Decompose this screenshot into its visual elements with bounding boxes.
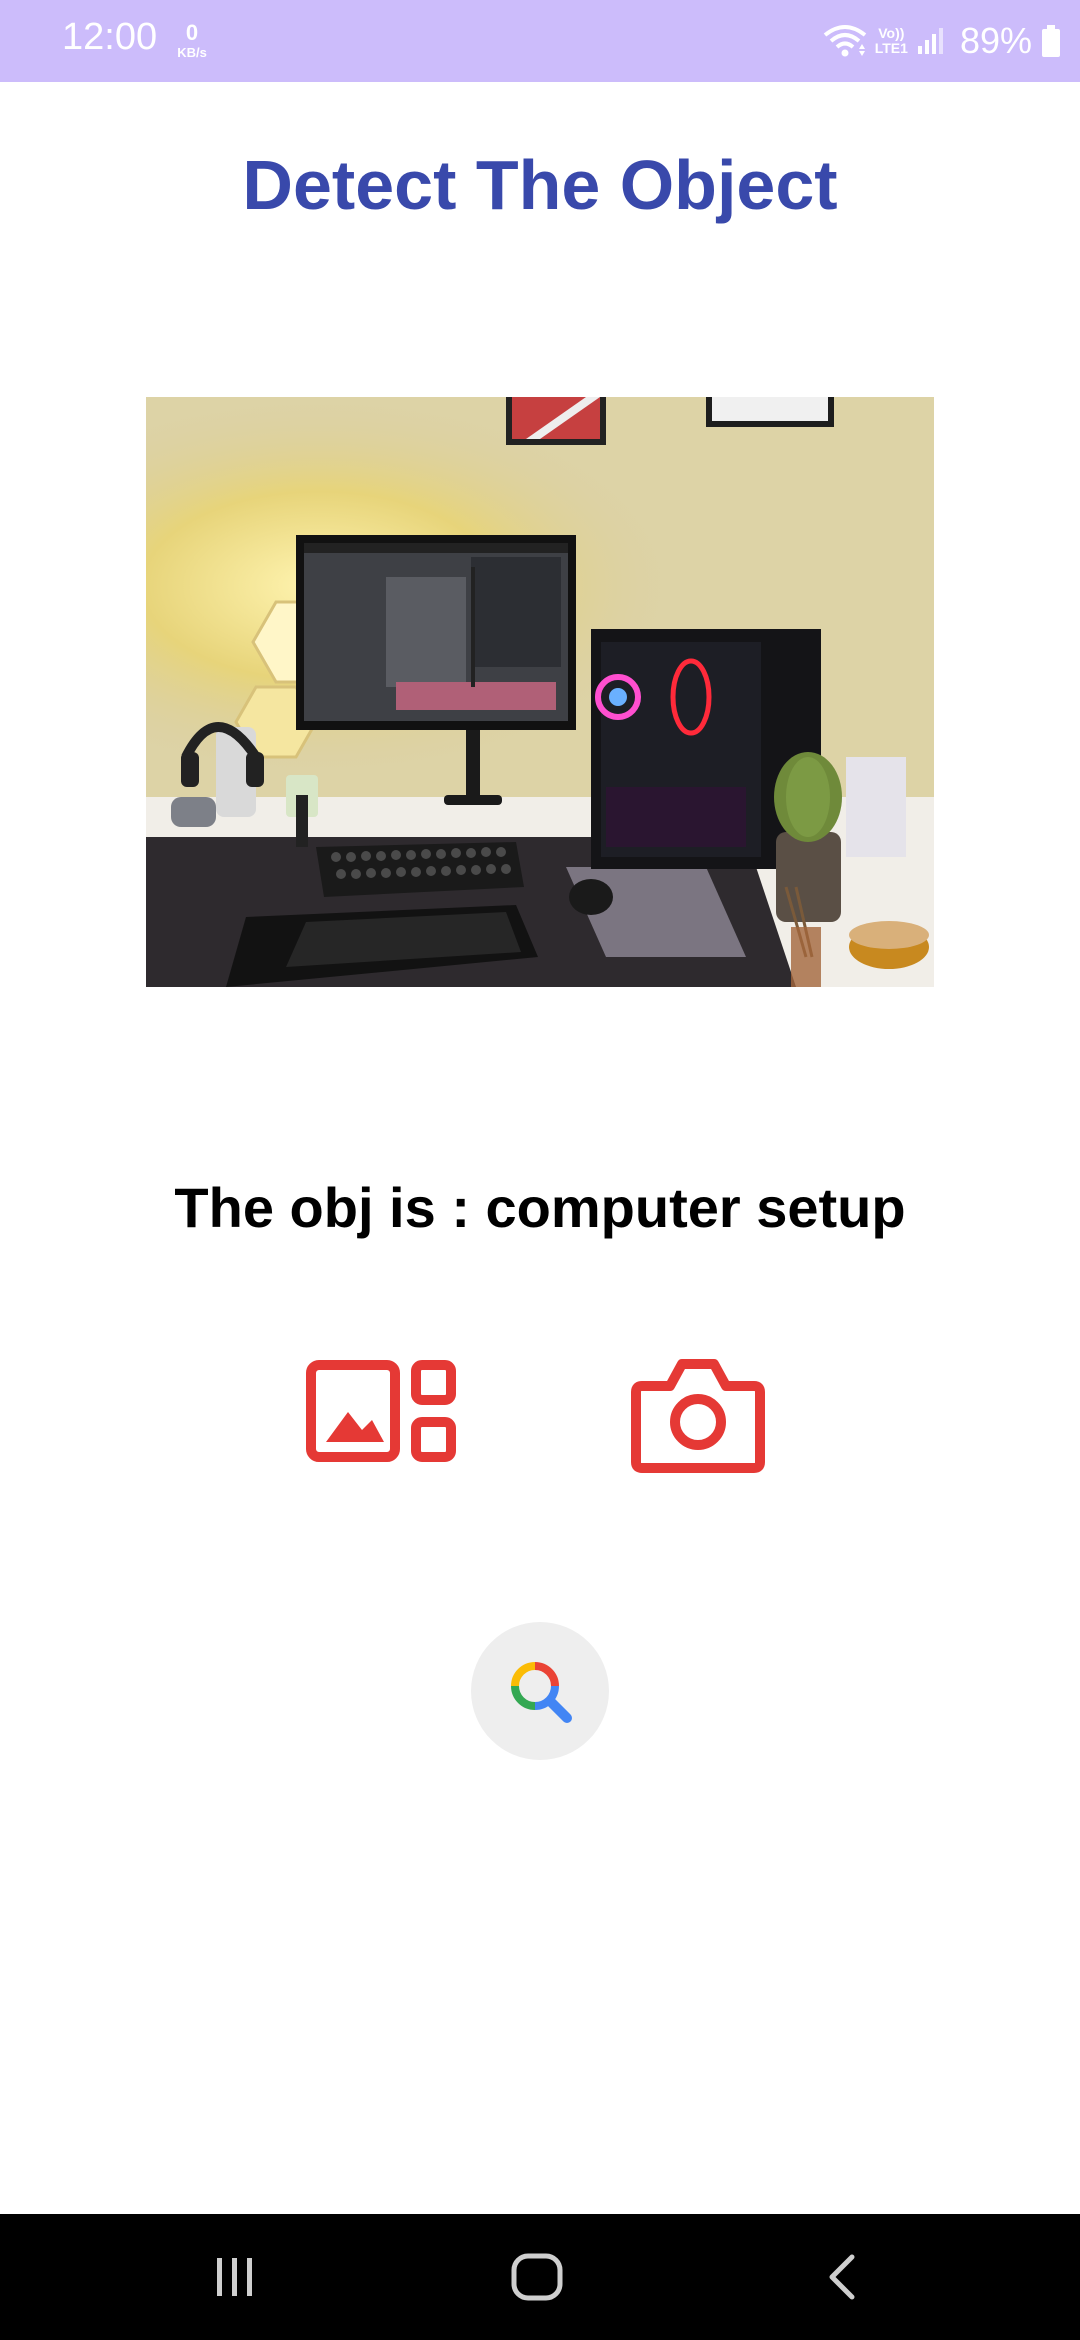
search-button[interactable]	[471, 1622, 609, 1760]
battery-percent: 89%	[959, 20, 1032, 61]
battery-icon	[1042, 25, 1060, 57]
object-photo	[146, 397, 934, 987]
lte-label: LTE1	[874, 40, 908, 56]
recent-apps-icon	[217, 2258, 252, 2296]
back-button[interactable]	[806, 2247, 876, 2307]
search-icon	[511, 1662, 572, 1723]
status-bar: 12:00 0 KB/s Vo)) LTE1 89%	[0, 0, 1080, 82]
navigation-bar	[0, 2214, 1080, 2340]
home-button[interactable]	[502, 2247, 572, 2307]
recent-apps-button[interactable]	[200, 2247, 270, 2307]
back-icon	[829, 2254, 855, 2300]
volte-label: Vo))	[878, 25, 905, 42]
status-icons: Vo)) LTE1 89%	[823, 14, 1062, 68]
page-title: Detect The Object	[242, 146, 838, 224]
camera-button[interactable]	[630, 1354, 766, 1476]
data-speed-value: 0	[185, 20, 199, 45]
data-speed-indicator: 0 KB/s	[172, 20, 212, 60]
home-icon	[511, 2253, 563, 2301]
gallery-button[interactable]	[306, 1360, 456, 1462]
signal-icon	[917, 28, 943, 54]
network-type-label: Vo)) LTE1	[875, 26, 908, 55]
image-gallery-icon	[306, 1360, 456, 1462]
status-time: 12:00	[62, 16, 158, 58]
detection-result: The obj is : computer setup	[174, 1176, 906, 1239]
wifi-icon	[823, 25, 866, 57]
data-speed-unit: KB/s	[177, 45, 207, 60]
camera-icon	[631, 1359, 765, 1473]
